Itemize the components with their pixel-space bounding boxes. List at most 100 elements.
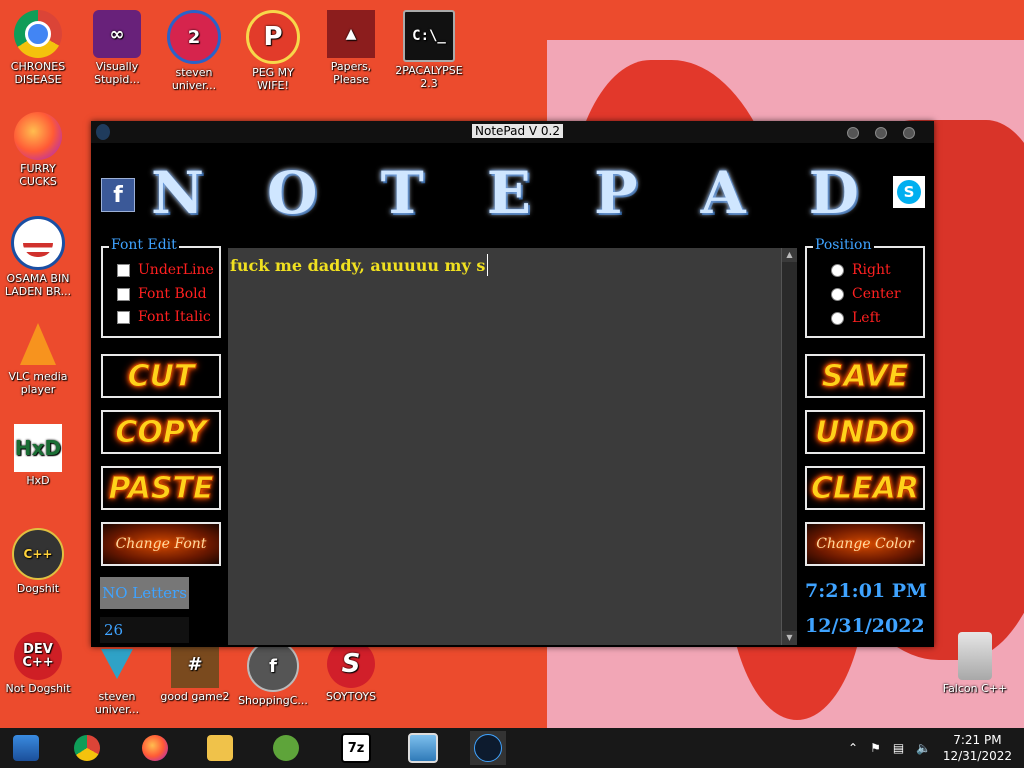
logo-letter: D (808, 159, 861, 227)
network-icon (273, 735, 299, 761)
font-italic-checkbox[interactable]: Font Italic (117, 309, 211, 325)
underline-checkbox[interactable]: UnderLine (117, 262, 214, 278)
clear-button[interactable]: CLEAR (805, 466, 925, 510)
font-bold-checkbox[interactable]: Font Bold (117, 286, 207, 302)
papers-please-icon: ▲ (327, 10, 375, 58)
desktop-icon-dogshit[interactable]: C++ Dogshit (0, 528, 76, 595)
font-edit-legend: Font Edit (109, 237, 179, 253)
minimize-button[interactable] (847, 127, 859, 139)
desktop-icon-vlc[interactable]: VLC media player (0, 320, 76, 396)
text-editor[interactable]: fuck me daddy, auuuuu my s ▲ ▼ (228, 248, 797, 645)
left-radio[interactable]: Left (831, 310, 880, 326)
hxd-icon: HxD (14, 424, 62, 472)
desktop-icon-hxd[interactable]: HxD HxD (0, 424, 76, 487)
system-tray: ⌃ ⚑ ▤ 🔈 (848, 728, 931, 768)
7zip-icon: 7z (341, 733, 371, 763)
obama-logo-icon (11, 216, 65, 270)
taskbar-clock[interactable]: 7:21 PM 12/31/2022 (943, 732, 1012, 764)
desktop-icon-chrome[interactable]: CHRONES DISEASE (0, 10, 76, 86)
desktop-icon-osama[interactable]: OSAMA BIN LADEN BR... (0, 216, 76, 298)
desktop-icon-2pacalypse[interactable]: C:\_ 2PACALYPSE 2.3 (391, 10, 467, 90)
firefox-icon (142, 735, 168, 761)
flag-icon[interactable]: ⚑ (870, 741, 881, 755)
desktop-icon-steven-universe-2[interactable]: steven univer... (79, 640, 155, 716)
taskbar-photos[interactable] (405, 731, 441, 765)
taskbar-notepad-active[interactable] (470, 731, 506, 765)
steven-universe-icon: 2 (167, 10, 221, 64)
letters-label: NO Letters (100, 577, 189, 609)
notepad-app-icon (474, 734, 502, 762)
taskbar-chrome[interactable] (69, 731, 105, 765)
network-tray-icon[interactable]: ▤ (893, 741, 904, 755)
folder-icon (207, 735, 233, 761)
taskbar-explorer[interactable] (202, 731, 238, 765)
dashboard-icon (13, 735, 39, 761)
chevron-up-icon[interactable]: ⌃ (848, 741, 858, 755)
skype-icon: S (897, 180, 921, 204)
facebook-icon[interactable]: f (101, 178, 135, 212)
scroll-down-arrow[interactable]: ▼ (782, 631, 797, 645)
taskbar-firefox[interactable] (137, 731, 173, 765)
logo-letter: O (267, 159, 320, 227)
devcpp-icon: DEV C++ (14, 632, 62, 680)
desktop-icon-falcon[interactable]: Falcon C++ (937, 632, 1013, 695)
desktop-icon-soytoys[interactable]: S SOYTOYS (313, 640, 389, 703)
taskbar-network[interactable] (268, 731, 304, 765)
taskbar-app-1[interactable] (8, 731, 44, 765)
right-radio[interactable]: Right (831, 262, 891, 278)
photos-icon (408, 733, 438, 763)
logo-letter: T (380, 159, 426, 227)
scroll-up-arrow[interactable]: ▲ (782, 248, 797, 262)
center-radio[interactable]: Center (831, 286, 901, 302)
firefox-icon (14, 112, 62, 160)
logo-letter: P (594, 159, 640, 227)
position-legend: Position (813, 237, 874, 253)
title-bar[interactable]: NotePad V 0.2 (91, 121, 934, 143)
maximize-button[interactable] (875, 127, 887, 139)
font-edit-group: Font Edit UnderLine Font Bold Font Itali… (101, 237, 221, 338)
volume-icon[interactable]: 🔈 (916, 741, 931, 755)
peggle-icon: P (246, 10, 300, 64)
vertical-scrollbar[interactable]: ▲ ▼ (781, 248, 797, 645)
change-font-button[interactable]: Change Font (101, 522, 221, 566)
codeblocks-icon: C++ (12, 528, 64, 580)
copy-button[interactable]: COPY (101, 410, 221, 454)
recycle-bin-icon (958, 632, 992, 680)
logo-letter: N (151, 159, 207, 227)
change-color-button[interactable]: Change Color (805, 522, 925, 566)
visual-studio-icon: ∞ (93, 10, 141, 58)
notepad-window: NotePad V 0.2 f S N O T E P A D Font Edi… (91, 121, 934, 647)
window-title: NotePad V 0.2 (472, 124, 563, 138)
desktop-icon-shopping[interactable]: f ShoppingC... (235, 640, 311, 707)
desktop-icon-good-game[interactable]: # good game2 (157, 640, 233, 703)
taskbar: 7z ⌃ ⚑ ▤ 🔈 7:21 PM 12/31/2022 (0, 728, 1024, 768)
skype-button[interactable]: S (893, 176, 925, 208)
notepad-logo: N O T E P A D (151, 159, 861, 227)
desktop-icon-devcpp[interactable]: DEV C++ Not Dogshit (0, 632, 76, 695)
chrome-icon (14, 10, 62, 58)
save-button[interactable]: SAVE (805, 354, 925, 398)
cut-button[interactable]: CUT (101, 354, 221, 398)
close-button[interactable] (903, 127, 915, 139)
desktop-icon-firefox[interactable]: FURRY CUCKS (0, 112, 76, 188)
position-group: Position Right Center Left (805, 237, 925, 338)
clock-time: 7:21:01 PM (805, 580, 928, 602)
text-caret (487, 254, 489, 276)
app-icon (96, 124, 110, 140)
taskbar-7zip[interactable]: 7z (338, 731, 374, 765)
chrome-icon (74, 735, 100, 761)
paste-button[interactable]: PASTE (101, 466, 221, 510)
flash-icon: f (247, 640, 299, 692)
desktop-icon-steven-universe[interactable]: 2 steven univer... (156, 10, 232, 92)
desktop-icon-peggle[interactable]: P PEG MY WIFE! (235, 10, 311, 92)
desktop-icon-visual-studio[interactable]: ∞ Visually Stupid... (79, 10, 155, 86)
desktop-icon-papers-please[interactable]: ▲ Papers, Please (313, 10, 389, 86)
undo-button[interactable]: UNDO (805, 410, 925, 454)
clock-date: 12/31/2022 (805, 615, 925, 637)
editor-content[interactable]: fuck me daddy, auuuuu my s (230, 254, 489, 276)
gem-icon (93, 640, 141, 688)
game-icon: # (171, 640, 219, 688)
terminal-icon: C:\_ (403, 10, 455, 62)
soytoys-icon: S (327, 640, 375, 688)
letters-count: 26 (100, 617, 189, 643)
